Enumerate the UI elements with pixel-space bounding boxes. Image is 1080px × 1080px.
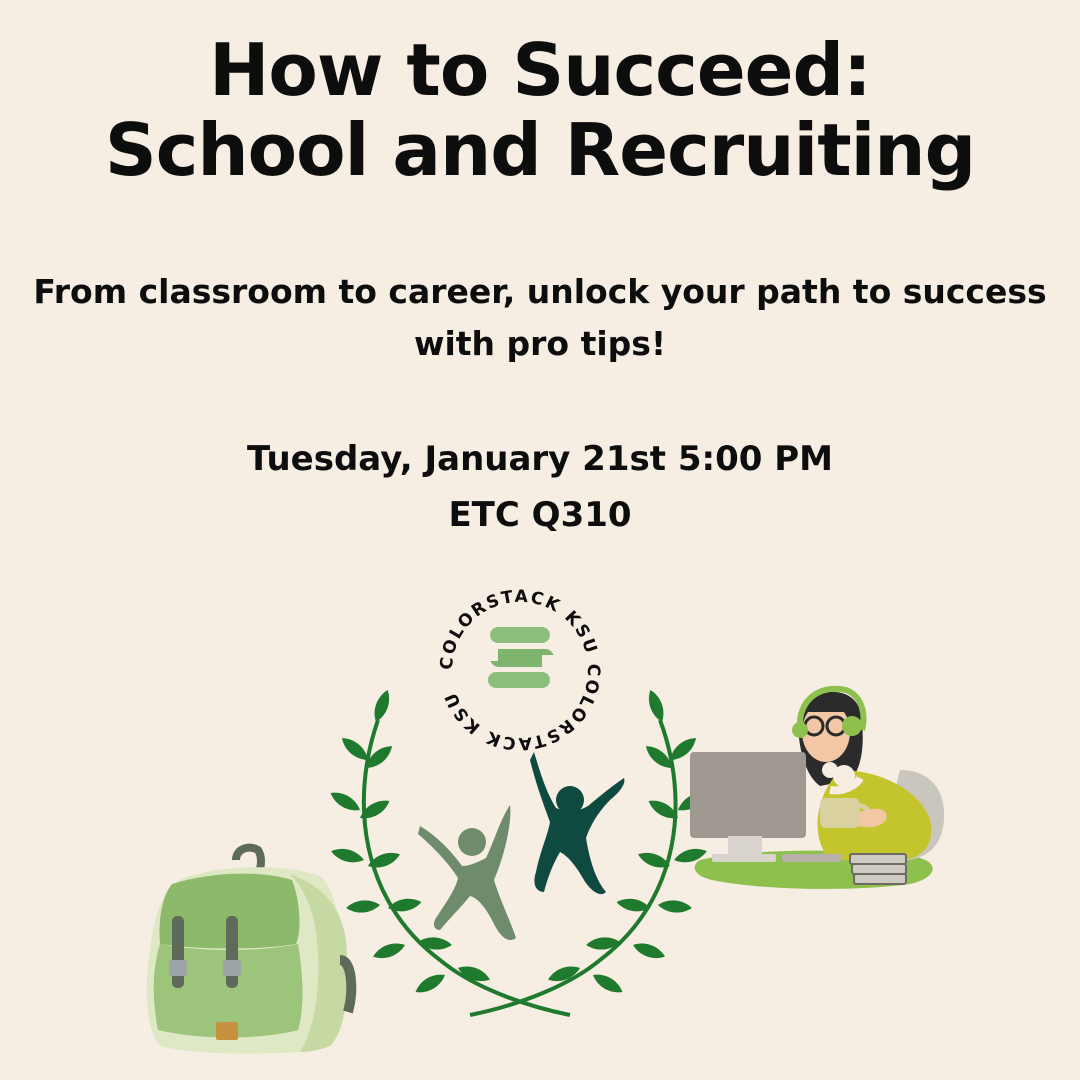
logo-s-mark (486, 627, 554, 688)
student-at-computer-icon (690, 685, 945, 889)
light-figure (418, 805, 516, 941)
colorstack-logo: COLORSTACK KSU COLORSTACK KSU (437, 587, 603, 754)
jumping-figures-icon (418, 752, 625, 941)
dark-figure (530, 752, 625, 895)
backpack-icon (146, 843, 357, 1054)
logo-ring-text: COLORSTACK KSU COLORSTACK KSU (437, 587, 603, 754)
illustration-layer: COLORSTACK KSU COLORSTACK KSU (146, 587, 945, 1054)
